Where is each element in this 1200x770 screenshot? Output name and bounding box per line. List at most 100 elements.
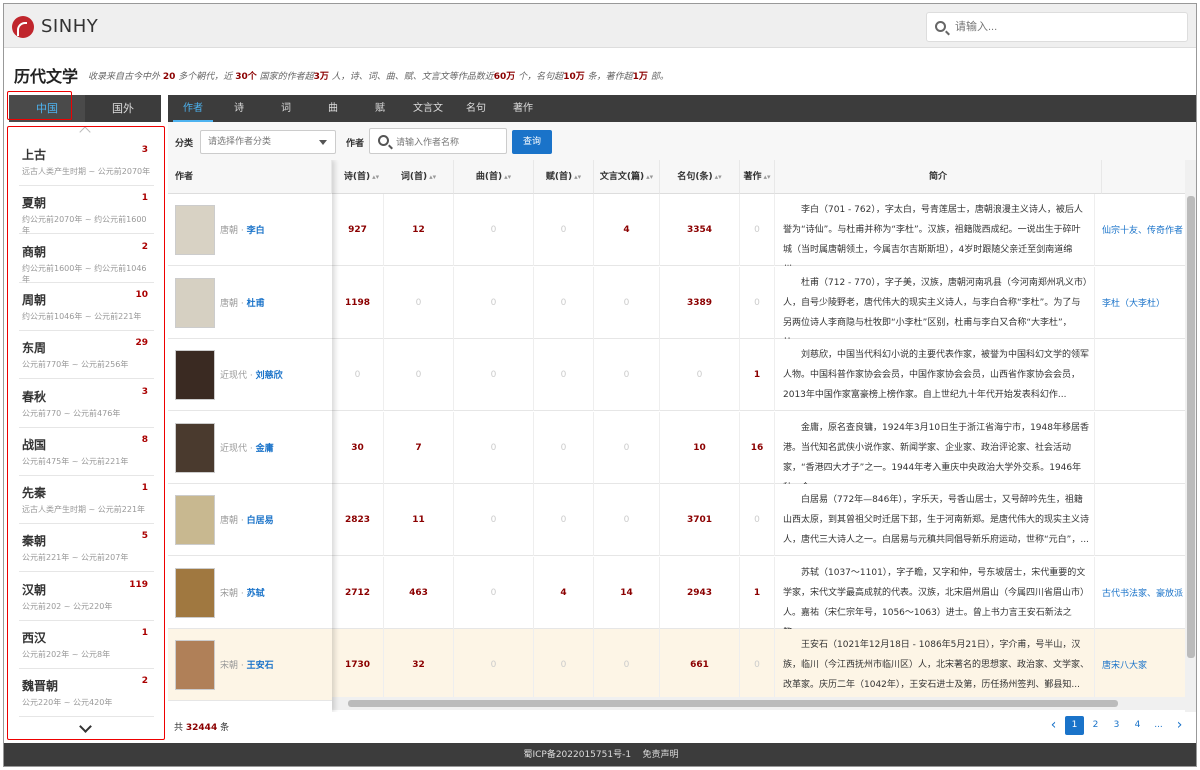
query-button[interactable]: 查询 [512, 130, 552, 154]
stat-cell: 0 [740, 194, 775, 266]
tab-fu[interactable]: 赋 [360, 95, 400, 122]
horizontal-scrollbar[interactable] [332, 697, 1185, 710]
stat-cell: 0 [534, 266, 594, 339]
vertical-scrollbar[interactable] [1185, 160, 1196, 712]
author-intro: 杜甫（712 - 770），字子美，汉族，唐朝河南巩县（今河南郑州巩义市）人，自… [775, 266, 1095, 339]
stat-cell: 0 [534, 629, 594, 701]
author-portrait[interactable] [175, 350, 215, 400]
stat-cell: 0 [594, 266, 660, 339]
author-name[interactable]: 唐朝 · 白居易 [220, 513, 274, 526]
stat-cell: 0 [740, 266, 775, 339]
stat-cell: 0 [454, 194, 534, 266]
column-header: 简介 [775, 160, 1102, 194]
author-name[interactable]: 唐朝 · 李白 [220, 223, 265, 236]
tab-author[interactable]: 作者 [173, 95, 213, 122]
author-cell[interactable]: 宋朝 · 苏轼 [168, 557, 332, 629]
author-tag[interactable]: 古代书法家、豪放派 [1102, 586, 1183, 599]
author-portrait[interactable] [175, 205, 215, 255]
stat-cell: 10 [660, 411, 740, 484]
filter-bar: 分类 请选择作者分类 作者 请输入作者名称 查询 [168, 122, 1196, 160]
stat-cell: 927 [332, 194, 384, 266]
stat-cell: 0 [594, 411, 660, 484]
column-header[interactable]: 文言文(篇) ▴▾ [594, 160, 660, 194]
author-cell[interactable]: 唐朝 · 李白 [168, 194, 332, 266]
column-header[interactable]: 赋(首) ▴▾ [534, 160, 594, 194]
author-name[interactable]: 近现代 · 刘慈欣 [220, 368, 283, 381]
stat-cell: 2823 [332, 484, 384, 556]
author-name[interactable]: 近现代 · 金庸 [220, 441, 274, 454]
stat-cell: 0 [534, 484, 594, 556]
stat-cell: 0 [454, 266, 534, 339]
author-tag[interactable]: 李杜（大李杜） [1102, 296, 1165, 309]
author-search-field[interactable]: 请输入作者名称 [369, 128, 507, 154]
stat-cell: 0 [384, 339, 454, 411]
site-footer: 蜀ICP备2022015751号-1 免责声明 [4, 743, 1196, 766]
brand-name[interactable]: SINHY [41, 16, 98, 37]
stat-cell: 2712 [332, 556, 384, 629]
column-header[interactable]: 曲(首) ▴▾ [454, 160, 534, 194]
page-1[interactable]: 1 [1065, 716, 1084, 735]
stat-cell: 0 [384, 266, 454, 339]
author-cell[interactable]: 唐朝 · 白居易 [168, 484, 332, 556]
author-portrait[interactable] [175, 277, 215, 328]
tab-ci[interactable]: 词 [266, 95, 306, 122]
author-intro: 白居易（772年—846年），字乐天，号香山居士，又号醉吟先生，祖籍山西太原，到… [775, 484, 1095, 556]
column-header[interactable]: 著作 ▴▾ [740, 160, 775, 194]
page-description: 收录来自古今中外 20 多个朝代，近 30个 国家的作者超3万 人，诗、词、曲、… [88, 72, 669, 82]
author-name[interactable]: 宋朝 · 苏轼 [220, 586, 265, 599]
prev-page-icon[interactable]: ‹ [1044, 716, 1063, 735]
stat-cell: 1198 [332, 266, 384, 339]
author-intro: 金庸，原名查良镛，1924年3月10日生于浙江省海宁市，1948年移居香港。当代… [775, 411, 1095, 484]
tab-qu[interactable]: 曲 [313, 95, 353, 122]
author-portrait[interactable] [175, 422, 215, 473]
author-cell[interactable]: 宋朝 · 王安石 [168, 629, 332, 701]
page-3[interactable]: 3 [1107, 716, 1126, 735]
tab-works[interactable]: 著作 [503, 95, 543, 122]
stat-cell: 0 [594, 339, 660, 411]
author-name[interactable]: 宋朝 · 王安石 [220, 658, 274, 671]
category-select[interactable]: 请选择作者分类 [200, 130, 336, 154]
stat-cell: 3389 [660, 266, 740, 339]
content-tabs: 作者 诗 词 曲 赋 文言文 名句 著作 [168, 95, 1196, 122]
page-4[interactable]: 4 [1128, 716, 1147, 735]
author-portrait[interactable] [175, 640, 215, 690]
author-tag[interactable]: 仙宗十友、传奇作者 [1102, 223, 1183, 236]
column-header[interactable]: 词(首) ▴▾ [384, 160, 454, 194]
author-cell[interactable]: 近现代 · 刘慈欣 [168, 339, 332, 411]
author-intro: 李白（701 - 762），字太白，号青莲居士，唐朝浪漫主义诗人，被后人誉为“诗… [775, 194, 1095, 266]
author-intro: 王安石（1021年12月18日 - 1086年5月21日），字介甫，号半山，汉族… [775, 629, 1095, 701]
author-search-placeholder: 请输入作者名称 [396, 138, 460, 148]
author-cell[interactable]: 近现代 · 金庸 [168, 412, 332, 484]
tab-wenyanwen[interactable]: 文言文 [408, 95, 448, 122]
author-portrait[interactable] [175, 495, 215, 545]
highlight-box [7, 126, 165, 740]
disclaimer-link[interactable]: 免责声明 [643, 750, 679, 760]
author-cell[interactable]: 唐朝 · 杜甫 [168, 267, 332, 339]
column-header[interactable]: 诗(首) ▴▾ [332, 160, 392, 194]
tab-foreign[interactable]: 国外 [85, 95, 161, 122]
author-tag[interactable]: 唐宋八大家 [1102, 658, 1147, 671]
tab-famous-lines[interactable]: 名句 [456, 95, 496, 122]
total-count: 共 32444 条 [174, 723, 230, 733]
category-label: 分类 [175, 139, 194, 149]
icp-link[interactable]: 蜀ICP备2022015751号-1 [523, 750, 631, 760]
stat-cell: 0 [534, 194, 594, 266]
stat-cell: 463 [384, 556, 454, 629]
stat-cell: 16 [740, 411, 775, 484]
author-portrait[interactable] [175, 567, 215, 618]
stat-cell: 0 [454, 629, 534, 701]
page-ellipsis[interactable]: ... [1149, 716, 1168, 735]
stat-cell: 0 [740, 629, 775, 701]
stat-cell: 0 [454, 484, 534, 556]
stat-cell: 0 [660, 339, 740, 411]
page-2[interactable]: 2 [1086, 716, 1105, 735]
global-search[interactable] [926, 12, 1188, 42]
stat-cell: 1730 [332, 629, 384, 701]
global-search-input[interactable] [955, 19, 1175, 35]
sinhy-logo-icon[interactable] [12, 16, 34, 38]
next-page-icon[interactable]: › [1170, 716, 1189, 735]
tab-poem[interactable]: 诗 [219, 95, 259, 122]
author-intro: 苏轼（1037～1101），字子瞻，又字和仲，号东坡居士，宋代重要的文学家，宋代… [775, 556, 1095, 629]
author-name[interactable]: 唐朝 · 杜甫 [220, 296, 265, 309]
column-header[interactable]: 名句(条) ▴▾ [660, 160, 740, 194]
